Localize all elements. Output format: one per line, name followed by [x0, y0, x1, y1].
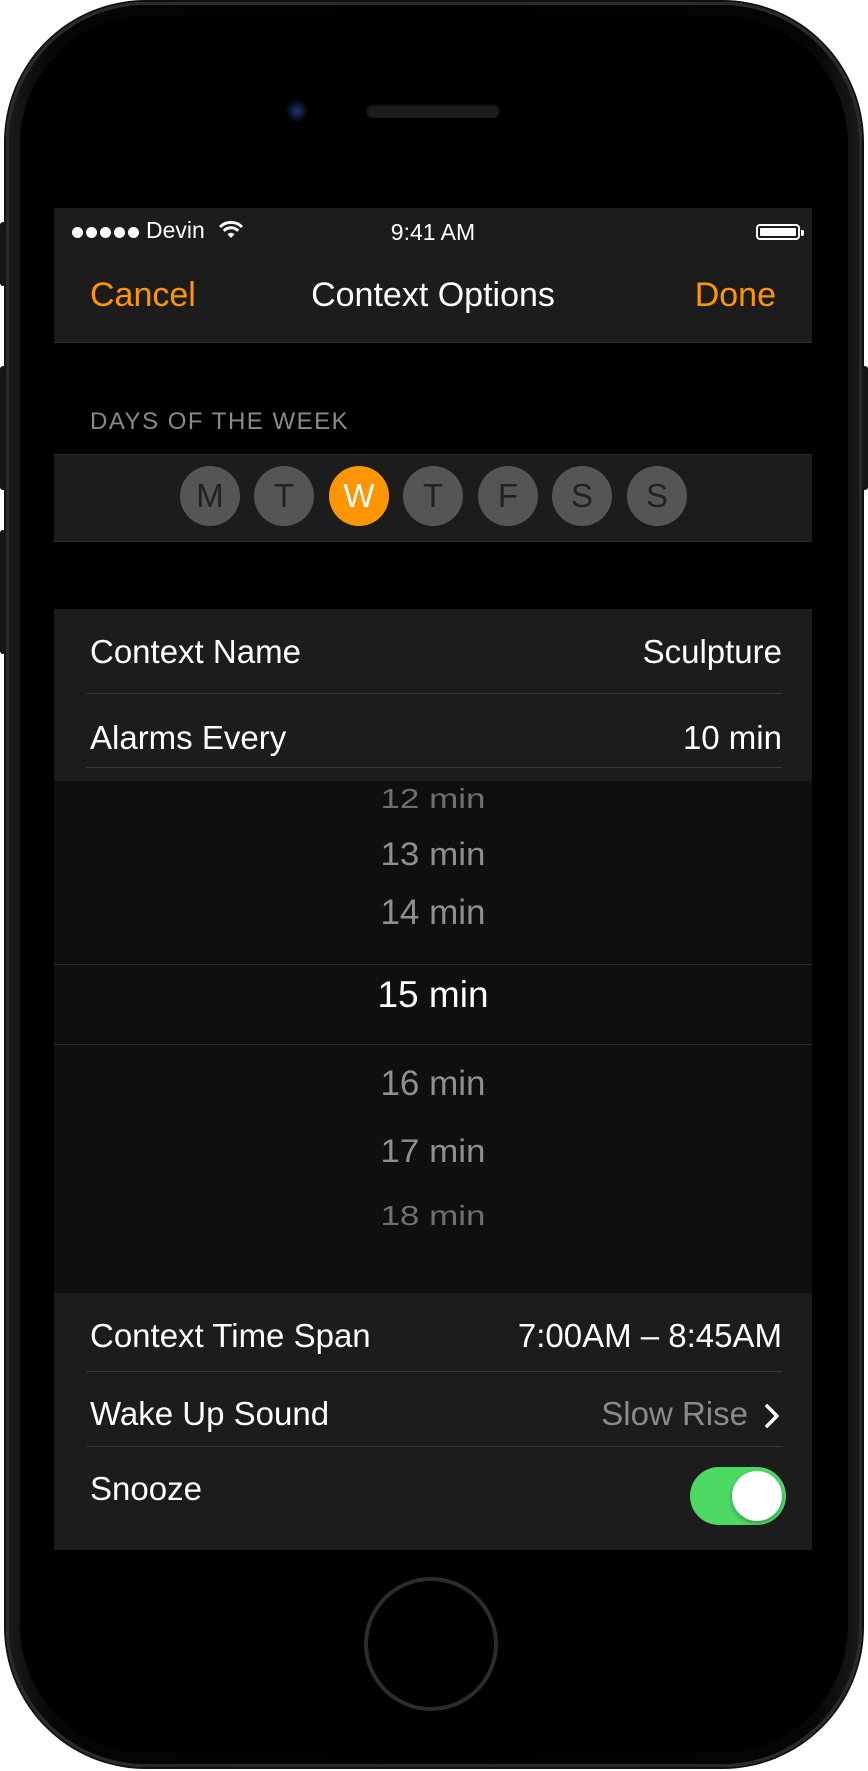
side-button-mute [0, 222, 6, 286]
picker-option[interactable]: 13 min [54, 837, 812, 874]
day-button-friday[interactable]: F [478, 466, 538, 526]
context-name-row[interactable]: Context Name Sculpture [54, 609, 812, 693]
alarms-every-value: 10 min [682, 719, 782, 756]
wake-up-sound-value: Slow Rise [601, 1395, 748, 1432]
picker-option[interactable]: 16 min [54, 1064, 812, 1104]
day-button-tuesday[interactable]: T [254, 466, 314, 526]
picker-option[interactable]: 18 min [54, 1200, 812, 1232]
context-name-label: Context Name [90, 633, 301, 670]
picker-option[interactable]: 14 min [54, 893, 812, 933]
row-divider [86, 767, 782, 768]
earpiece-speaker [366, 104, 500, 118]
day-button-wednesday[interactable]: W [329, 466, 389, 526]
alarms-every-label: Alarms Every [90, 719, 287, 756]
screen: Devin 9:41 AM Cancel Context Options Don… [54, 208, 812, 1550]
home-button[interactable] [364, 1577, 498, 1711]
row-divider [86, 693, 782, 694]
wake-up-sound-label: Wake Up Sound [90, 1395, 330, 1432]
day-button-saturday[interactable]: S [552, 466, 612, 526]
picker-selection-bottom-line [54, 1044, 812, 1045]
picker-option[interactable]: 17 min [54, 1134, 812, 1171]
context-time-span-row[interactable]: Context Time Span 7:00AM – 8:45AM [54, 1293, 812, 1377]
status-time: 9:41 AM [390, 219, 476, 245]
wake-up-sound-row[interactable]: Wake Up Sound Slow Rise [54, 1371, 812, 1455]
day-button-thursday[interactable]: T [403, 466, 463, 526]
chevron-right-icon [764, 1399, 780, 1437]
picker-selected-option[interactable]: 15 min [54, 974, 812, 1016]
picker-selection-top-line [54, 964, 812, 965]
day-button-sunday[interactable]: S [627, 466, 687, 526]
interval-picker[interactable]: 12 min 13 min 14 min 15 min 16 min 17 mi… [54, 781, 812, 1293]
done-button[interactable]: Done [695, 276, 776, 315]
toggle-knob [732, 1471, 782, 1521]
settings-group-top: Context Name Sculpture Alarms Every 10 m… [54, 609, 812, 781]
day-button-monday[interactable]: M [180, 466, 240, 526]
battery-icon [756, 224, 804, 240]
side-button-volume-up [0, 366, 6, 490]
picker-option[interactable]: 12 min [54, 783, 812, 815]
snooze-label: Snooze [90, 1470, 202, 1507]
context-time-span-label: Context Time Span [90, 1317, 371, 1354]
side-button-power [862, 366, 868, 490]
status-bar: Devin 9:41 AM [54, 208, 812, 248]
context-time-span-value: 7:00AM – 8:45AM [517, 1317, 782, 1354]
days-section-header: DAYS OF THE WEEK [90, 408, 350, 435]
settings-group-bottom: Context Time Span 7:00AM – 8:45AM Wake U… [54, 1293, 812, 1550]
snooze-row: Snooze [54, 1446, 812, 1530]
navigation-bar: Cancel Context Options Done [54, 248, 812, 343]
front-camera [286, 100, 308, 122]
days-of-week-selector: M T W T F S S [54, 454, 812, 542]
snooze-toggle[interactable] [690, 1467, 786, 1525]
side-button-volume-down [0, 530, 6, 654]
context-name-value: Sculpture [642, 633, 782, 670]
